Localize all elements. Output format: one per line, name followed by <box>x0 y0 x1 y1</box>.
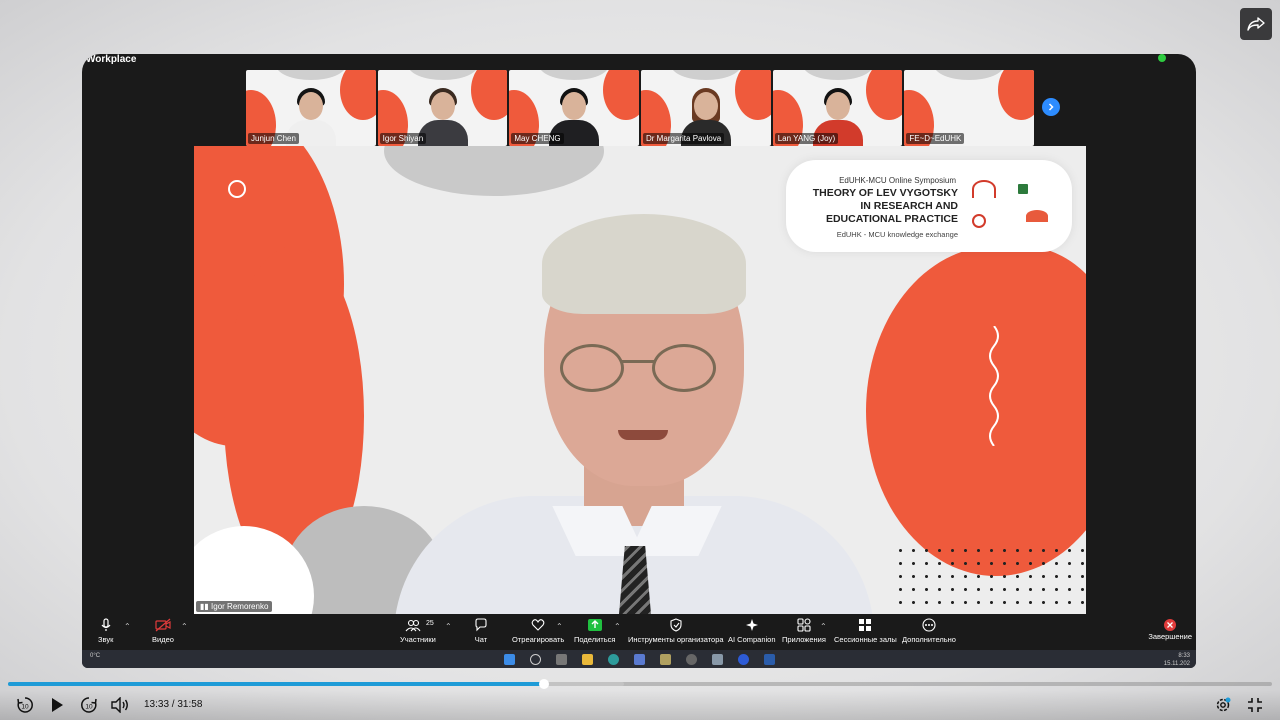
institute-logo <box>972 214 986 228</box>
fullscreen-button[interactable] <box>1244 694 1266 716</box>
player-controls: 10 10 13:33 / 31:58 <box>0 690 1280 720</box>
forward-10-button[interactable]: 10 <box>78 694 100 716</box>
volume-button[interactable] <box>108 694 132 716</box>
participant-name: Igor Shiyan <box>379 133 427 144</box>
word-icon[interactable] <box>764 654 775 665</box>
share-options-caret[interactable]: ⌃ <box>614 622 621 631</box>
share-screen-icon <box>587 619 602 631</box>
rewind-10-icon: 10 <box>17 697 33 713</box>
participant-gallery-strip: Junjun Chen Igor Shiyan May CHENG Dr Mar… <box>246 70 1035 146</box>
share-arrow-icon <box>1247 17 1265 31</box>
system-clock: 8:33 15.11.202 <box>1163 653 1190 667</box>
participant-tile[interactable]: Dr Margarita Pavlova <box>641 70 771 146</box>
mcu-logo <box>972 180 996 198</box>
ai-companion-button[interactable]: AI Companion <box>728 618 776 644</box>
svg-text:10: 10 <box>85 704 93 711</box>
apps-icon <box>797 618 811 632</box>
apps-options-caret[interactable]: ⌃ <box>820 622 827 631</box>
camera-icon[interactable] <box>712 654 723 665</box>
heart-icon <box>531 619 545 631</box>
store-icon[interactable] <box>660 654 671 665</box>
signal-icon: ▮▮ <box>200 602 209 611</box>
forward-10-icon: 10 <box>81 697 97 713</box>
start-menu-icon[interactable] <box>504 654 515 665</box>
status-indicators <box>1158 54 1166 62</box>
gallery-next-button[interactable] <box>1042 98 1060 116</box>
windows-taskbar: 0°C 8:33 15.11.202 <box>82 650 1196 668</box>
participant-name: Dr Margarita Pavlova <box>643 133 725 144</box>
react-options-caret[interactable]: ⌃ <box>556 622 563 631</box>
participant-name: Junjun Chen <box>248 133 299 144</box>
window-title: Workplace <box>86 54 137 65</box>
participants-count: 25 <box>426 620 434 627</box>
settings-button[interactable] <box>1212 694 1234 716</box>
close-icon <box>1164 619 1177 631</box>
participant-name: FE~D~EdUHK <box>906 133 965 144</box>
more-icon <box>922 618 936 632</box>
security-shield-icon <box>1158 54 1166 62</box>
rewind-10-button[interactable]: 10 <box>14 694 36 716</box>
svg-text:10: 10 <box>21 704 29 711</box>
banner-subtitle: EdUHK-MCU Online Symposium <box>839 176 956 185</box>
weather-widget: 0°C <box>90 653 101 659</box>
video-player: Workplace Junjun Chen Igor Shiyan May CH… <box>0 0 1280 720</box>
participant-tile[interactable]: FE~D~EdUHK <box>904 70 1035 146</box>
speaker-figure <box>364 206 924 614</box>
participant-tile[interactable]: Junjun Chen <box>246 70 376 146</box>
shield-icon <box>670 618 682 632</box>
participant-tile[interactable]: May CHENG <box>509 70 640 146</box>
edge-browser-icon[interactable] <box>608 654 619 665</box>
breakout-rooms-button[interactable]: Сессионные залы <box>834 618 897 644</box>
decorative-ring <box>228 180 246 198</box>
eduhk-logo <box>1018 184 1028 194</box>
settings-gear-icon[interactable] <box>686 654 697 665</box>
share-button[interactable] <box>1240 8 1272 40</box>
share-screen-button[interactable]: Поделиться <box>574 618 615 644</box>
host-tools-button[interactable]: Инструменты организатора <box>628 618 724 644</box>
participant-tile[interactable]: Lan YANG (Joy) <box>772 70 903 146</box>
audio-button[interactable]: Звук <box>98 618 113 644</box>
end-meeting-button[interactable]: Завершение <box>1148 618 1192 641</box>
squiggle-decoration <box>989 326 999 446</box>
partner-logo <box>1026 210 1048 222</box>
task-view-icon[interactable] <box>556 654 567 665</box>
seek-handle[interactable] <box>538 679 549 689</box>
volume-icon <box>111 697 128 713</box>
play-icon <box>52 698 63 712</box>
photos-icon[interactable] <box>634 654 645 665</box>
fullscreen-icon <box>1248 698 1262 712</box>
search-icon[interactable] <box>530 654 541 665</box>
more-button[interactable]: Дополнительно <box>902 618 956 644</box>
gear-icon <box>1216 697 1231 712</box>
participant-tile[interactable]: Igor Shiyan <box>377 70 508 146</box>
chat-button[interactable]: Чат <box>474 618 488 644</box>
chat-icon <box>475 618 487 632</box>
meeting-toolbar: Звук ⌃ Видео ⌃ Участники 25 ⌃ Чат Отреаг… <box>82 614 1196 650</box>
microphone-icon <box>101 618 111 631</box>
file-explorer-icon[interactable] <box>582 654 593 665</box>
zoom-app-icon[interactable] <box>738 654 749 665</box>
active-speaker-video: EdUHK-MCU Online Symposium THEORY OF LEV… <box>194 146 1086 614</box>
participants-options-caret[interactable]: ⌃ <box>445 622 452 631</box>
chevron-right-icon <box>1048 103 1054 111</box>
time-display: 13:33 / 31:58 <box>144 699 203 710</box>
zoom-meeting-window: Workplace Junjun Chen Igor Shiyan May CH… <box>82 54 1196 668</box>
participant-name: Lan YANG (Joy) <box>774 133 839 144</box>
video-button[interactable]: Видео <box>152 618 174 644</box>
seek-bar[interactable] <box>8 679 1272 689</box>
grid-icon <box>859 619 872 631</box>
video-options-caret[interactable]: ⌃ <box>181 622 188 631</box>
sparkle-icon <box>745 619 758 631</box>
video-off-icon <box>155 618 171 632</box>
played-range <box>8 682 544 686</box>
audio-options-caret[interactable]: ⌃ <box>124 622 131 631</box>
speaker-name-tag: ▮▮ Igor Remorenko <box>196 601 273 612</box>
play-button[interactable] <box>46 694 68 716</box>
participant-name: May CHENG <box>511 133 564 144</box>
